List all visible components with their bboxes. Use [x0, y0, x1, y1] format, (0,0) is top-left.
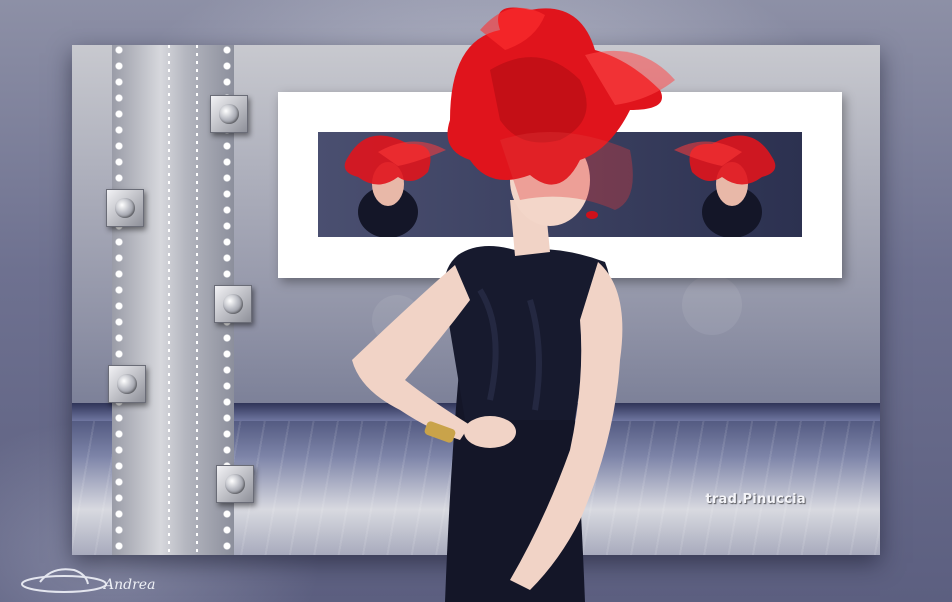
artist-signature-logo: Andrea	[21, 568, 155, 593]
metal-rivet	[106, 189, 144, 227]
chain-decoration	[114, 45, 124, 555]
stitch-line	[196, 45, 198, 555]
metal-rivet	[214, 285, 252, 323]
stitch-line	[168, 45, 170, 555]
model-figure	[352, 7, 675, 602]
metal-rivet	[108, 365, 146, 403]
signature-text: Andrea	[102, 577, 155, 593]
translator-watermark: trad.Pinuccia	[705, 492, 806, 507]
metal-rivet	[216, 465, 254, 503]
mini-portrait-right	[674, 135, 776, 237]
metal-rivet	[210, 95, 248, 133]
bokeh-light	[682, 275, 742, 335]
